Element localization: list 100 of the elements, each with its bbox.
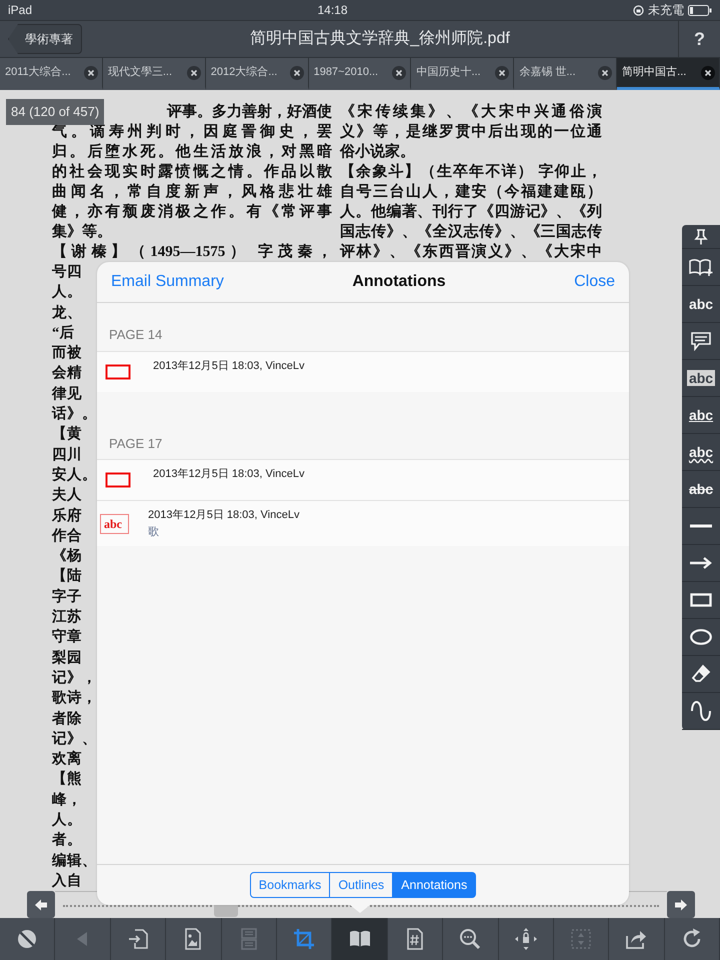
- document-tab[interactable]: 1987~2010...: [308, 58, 412, 90]
- eraser-icon[interactable]: [691, 664, 711, 684]
- rectangle-annotation-icon: [105, 364, 131, 380]
- document-text-line: 会精: [52, 364, 82, 384]
- document-text-line: 编辑、: [52, 852, 97, 871]
- document-text-line: 乐府: [52, 506, 82, 526]
- close-icon[interactable]: [598, 66, 612, 80]
- right-arrow-icon: [674, 898, 688, 910]
- back-button[interactable]: 學術專著: [8, 24, 82, 54]
- document-text-line: 入自: [52, 872, 82, 891]
- annotation-note: 歌: [148, 524, 160, 540]
- document-text-line: 而被: [52, 344, 82, 364]
- next-page-button[interactable]: [667, 891, 695, 918]
- underline-tool[interactable]: abc: [682, 397, 720, 434]
- document-text-line: 集》等。: [52, 222, 113, 242]
- document-text-line: 评事。多力善射，好酒使: [167, 102, 332, 122]
- insert-text-tool[interactable]: abc: [682, 286, 720, 323]
- document-tab[interactable]: 中国历史十...: [411, 58, 514, 90]
- document-text-line: 四川: [52, 446, 82, 465]
- document-text-line: 律见: [52, 384, 82, 404]
- highlight-tool[interactable]: abc: [682, 360, 720, 397]
- clock: 14:18: [316, 2, 349, 19]
- close-icon[interactable]: [495, 66, 510, 80]
- document-text-line: 健，亦有颓废消极之作。有《常评事: [52, 202, 332, 222]
- document-text-line: 自号三台山人，建安（今福建建瓯）: [340, 182, 602, 202]
- document-text-line: 话》。: [52, 404, 97, 424]
- document-text-line: 【陆: [52, 566, 82, 586]
- document-text-line: 俗小说家。: [340, 142, 416, 162]
- annotation-row[interactable]: 2013年12月5日 18:03, VinceLv: [97, 350, 629, 392]
- import-page-icon[interactable]: [126, 928, 149, 950]
- document-text-line: 【黄: [52, 424, 82, 444]
- segment-tab[interactable]: Annotations: [393, 872, 476, 898]
- close-icon[interactable]: [290, 66, 304, 80]
- battery-icon: [688, 4, 712, 16]
- document-title: 简明中国古典文学辞典_徐州师院.pdf: [250, 30, 510, 47]
- comment-icon[interactable]: [690, 331, 712, 351]
- move-icon[interactable]: [514, 928, 537, 950]
- document-text-line: 的社会现实时露愤慨之情。作品以散: [52, 162, 332, 182]
- document-text-line: 江苏: [52, 608, 82, 628]
- document-text-line: 梨园: [52, 648, 82, 668]
- share-icon[interactable]: [625, 928, 648, 950]
- document-text-line: 字子: [52, 587, 82, 607]
- annotation-date: 2013年12月5日 18:03, VinceLv: [148, 508, 300, 523]
- document-text-line: 义》等，是继罗贯中后出现的一位通: [340, 122, 602, 142]
- document-text-line: 者除: [52, 710, 82, 729]
- strikeout-tool[interactable]: abc: [682, 471, 720, 508]
- document-tab[interactable]: 2011大综合...: [0, 58, 103, 90]
- document-text-line: 欢离: [52, 749, 82, 770]
- document-text-line: 人。他编著、刊行了《四游记》、《列: [340, 202, 602, 222]
- document-text-line: 作合: [52, 526, 82, 546]
- document-text-line: 者。: [52, 830, 82, 850]
- document-text-line: 【熊: [52, 770, 82, 790]
- document-text-line: 归。后堕水死。他生活放浪，对黑暗: [52, 142, 332, 162]
- document-tab[interactable]: 简明中国古...: [617, 58, 720, 90]
- search-icon[interactable]: [459, 928, 482, 950]
- email-summary-button[interactable]: Email Summary: [111, 270, 224, 294]
- wave-icon[interactable]: [690, 701, 712, 721]
- document-text-line: 号四: [52, 263, 82, 282]
- text-insert-annotation-icon: abc: [100, 514, 129, 534]
- document-text-line: 记》、: [52, 730, 97, 749]
- document-text-line: 人。: [52, 283, 82, 302]
- document-text-line: 龙、: [52, 304, 82, 323]
- document-text-line: 《杨: [52, 547, 82, 566]
- document-text-line: 安人。: [52, 465, 97, 485]
- pin-icon[interactable]: [694, 228, 708, 244]
- document-text-line: 夫人: [52, 486, 82, 506]
- page-indicator: 84 (120 of 457): [6, 99, 104, 124]
- previous-page-button[interactable]: [27, 891, 55, 918]
- annotation-date: 2013年12月5日 18:03, VinceLv: [153, 467, 304, 482]
- device-name: iPad: [8, 2, 32, 19]
- close-icon[interactable]: [701, 66, 716, 80]
- document-text-line: 评林》、《东西晋演义》、《大宋中: [340, 242, 602, 262]
- annotation-date: 2013年12月5日 18:03, VinceLv: [153, 358, 304, 374]
- document-tab[interactable]: 余嘉锡 世...: [514, 58, 618, 90]
- section-heading: PAGE 14: [109, 327, 162, 342]
- close-icon[interactable]: [392, 66, 406, 80]
- line-icon[interactable]: [690, 524, 712, 528]
- document-tab[interactable]: 2012大综合...: [206, 58, 309, 90]
- help-button[interactable]: ?: [678, 21, 720, 57]
- ellipse-icon[interactable]: [690, 629, 712, 645]
- annotation-row[interactable]: abc 2013年12月5日 18:03, VinceLv 歌: [97, 500, 629, 546]
- document-text-line: 人。: [52, 811, 82, 830]
- close-button[interactable]: Close: [574, 270, 615, 294]
- document-tab[interactable]: 现代文學三...: [102, 58, 206, 90]
- contrast-icon[interactable]: [16, 928, 38, 950]
- squiggly-tool[interactable]: abc: [682, 434, 720, 471]
- book-icon[interactable]: [348, 928, 371, 950]
- popover-title: Annotations: [352, 272, 446, 292]
- document-text-line: 《宋传续集》、《大宋中兴通俗演: [340, 102, 602, 122]
- charging-status: 未充電: [648, 2, 684, 19]
- close-icon[interactable]: [84, 66, 98, 80]
- rectangle-annotation-icon: [105, 472, 131, 488]
- document-text-line: 曲闻名，常自度新声，风格悲壮雄: [52, 182, 332, 202]
- annotation-row[interactable]: 2013年12月5日 18:03, VinceLv: [97, 459, 629, 500]
- document-text-line: 峰，: [52, 790, 82, 810]
- rectangle-icon[interactable]: [690, 593, 712, 607]
- arrow-icon[interactable]: [690, 557, 712, 569]
- book-plus-icon[interactable]: [689, 258, 713, 276]
- segment-tab[interactable]: Bookmarks: [250, 872, 330, 898]
- close-icon[interactable]: [186, 66, 201, 80]
